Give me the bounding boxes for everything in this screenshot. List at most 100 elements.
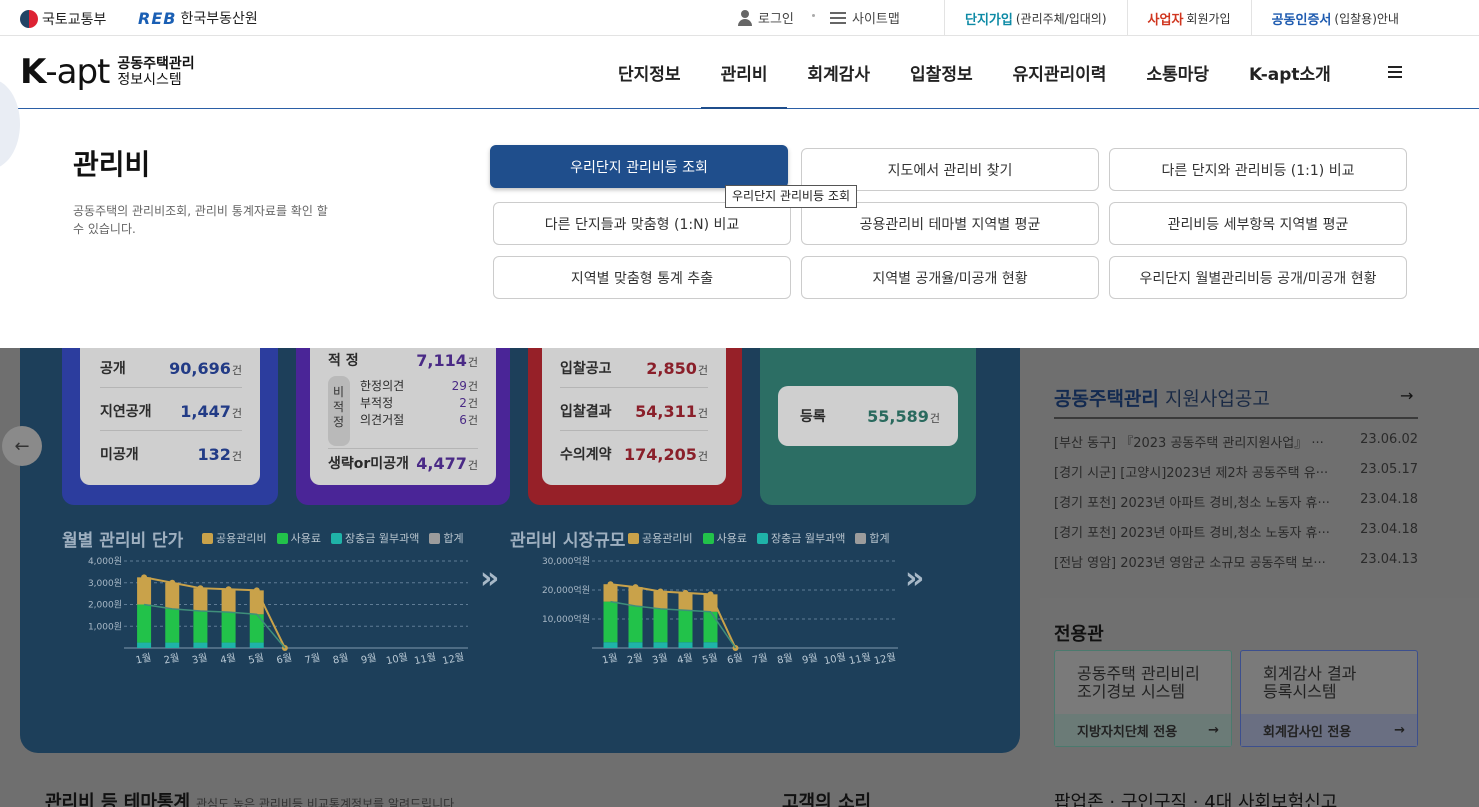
chart2-more-icon[interactable]: » xyxy=(905,561,924,596)
reb-mark-icon: REB xyxy=(138,8,177,28)
utility-bar: 국토교통부 REB 한국부동산원 로그인 사이트맵 단지가입 (관리주체/입대의… xyxy=(0,0,1479,36)
stat-bid-notice: 입찰공고 2,850건 xyxy=(560,358,708,378)
stat-registered: 등록 55,589건 xyxy=(800,406,940,426)
nav-accounting-audit[interactable]: 회계감사 xyxy=(787,36,890,109)
chart-market-size: 30,000억원 20,000억원 10,000억원 1월 2월 3월 4월 5월 6월 7월 8월… xyxy=(542,555,898,667)
hamburger-menu-icon[interactable] xyxy=(1388,66,1402,78)
login-link[interactable]: 로그인 xyxy=(738,8,794,27)
total-point xyxy=(682,589,689,596)
stat-delayed: 지연공개 1,447건 xyxy=(100,401,242,421)
total-point xyxy=(632,584,639,591)
total-point xyxy=(197,585,204,592)
theme-stats-title[interactable]: 관리비 등 테마통계 관심도 높은 관리비등 비교통계정보를 알려드립니다 xyxy=(45,788,454,807)
stat-qualified: 한정의견 29건 xyxy=(360,378,478,394)
reb-logo[interactable]: REB 한국부동산원 xyxy=(138,8,258,28)
x-tick-label: 10월 xyxy=(823,651,847,667)
legend-usage-fee: 사용료 xyxy=(276,530,321,546)
sitemap-label: 사이트맵 xyxy=(852,12,900,27)
molit-logo[interactable]: 국토교통부 xyxy=(20,9,106,29)
previous-slide-button[interactable]: ← xyxy=(2,426,42,466)
dedicated-section: 전용관 공동주택 관리비리 조기경보 시스템 지방자치단체 전용 → 회계감사 결과… xyxy=(1040,598,1479,807)
dropdown-description: 공동주택의 관리비조회, 관리비 통계자료를 확인 할 수 있습니다. xyxy=(73,204,328,236)
x-tick-label: 4월 xyxy=(676,652,694,667)
region-custom-stats-button[interactable]: 지역별 맞춤형 통계 추출 xyxy=(493,256,791,299)
molit-name: 국토교통부 xyxy=(42,12,107,28)
maintenance-card: 등록 55,589건 xyxy=(760,348,976,505)
notice-item[interactable]: [경기 포천] 2023년 아파트 경비,청소 노동자 휴··· 23.04.18 xyxy=(1054,522,1418,541)
notice-item[interactable]: [경기 시군] [고양시]2023년 제2차 공동주택 유··· 23.05.17 xyxy=(1054,462,1418,481)
stat-private-contract: 수의계약 174,205건 xyxy=(560,444,708,464)
detail-item-region-average-button[interactable]: 관리비등 세부항목 지역별 평균 xyxy=(1109,202,1407,245)
monthly-disclosure-status-button[interactable]: 우리단지 월별관리비등 공개/미공개 현황 xyxy=(1109,256,1407,299)
certificate-guide-highlight: 공동인증서 xyxy=(1271,12,1332,28)
notice-item[interactable]: [경기 포천] 2023년 아파트 경비,청소 노동자 휴··· 23.04.18 xyxy=(1054,492,1418,511)
nav-bid-info[interactable]: 입찰정보 xyxy=(890,36,993,109)
nav-maintenance-history[interactable]: 유지관리이력 xyxy=(993,36,1127,109)
support-notice-title: 공동주택관리 지원사업공고 xyxy=(1054,388,1270,410)
stat-undisclosed: 미공개 132건 xyxy=(100,444,242,464)
audit-card: 적 정 7,114건 비적정 한정의견 29건 부적정 2건 의견거절 6건 생… xyxy=(296,348,510,505)
our-complex-fee-button[interactable]: 우리단지 관리비등 조회 xyxy=(490,145,788,188)
bar-segment xyxy=(628,605,643,643)
reb-name: 한국부동산원 xyxy=(180,11,258,27)
theme-region-average-button[interactable]: 공용관리비 테마별 지역별 평균 xyxy=(801,202,1099,245)
bar-segment xyxy=(193,588,208,612)
x-tick-label: 7월 xyxy=(751,652,769,667)
customer-voice-title[interactable]: 고객의 소리 xyxy=(782,788,871,807)
stat-bid-result: 입찰결과 54,311건 xyxy=(560,401,708,421)
arrow-right-icon[interactable]: → xyxy=(1400,386,1413,405)
notice-item[interactable]: [전남 영암] 2023년 영암군 소규모 공동주택 보··· 23.04.13 xyxy=(1054,552,1418,571)
disclosure-card: 공개 90,696건 지연공개 1,447건 미공개 132건 xyxy=(62,348,278,505)
nav-community[interactable]: 소통마당 xyxy=(1126,36,1229,109)
y-tick-label: 30,000억원 xyxy=(542,555,590,567)
sitemap-icon xyxy=(830,11,846,24)
arrow-right-icon: → xyxy=(1208,722,1219,738)
x-tick-label: 6월 xyxy=(726,652,744,667)
nav-management-fee[interactable]: 관리비 xyxy=(700,36,788,110)
x-tick-label: 8월 xyxy=(776,652,794,667)
region-disclosure-rate-button[interactable]: 지역별 공개율/미공개 현황 xyxy=(801,256,1099,299)
bar-segment xyxy=(193,611,208,643)
x-tick-label: 12월 xyxy=(441,651,465,667)
bar-segment xyxy=(137,642,152,648)
early-warning-system-card[interactable]: 공동주택 관리비리 조기경보 시스템 지방자치단체 전용 → xyxy=(1054,650,1232,747)
one-to-one-compare-button[interactable]: 다른 단지와 관리비등 (1:1) 비교 xyxy=(1109,148,1407,191)
separator-dot xyxy=(812,14,815,17)
one-to-n-compare-button[interactable]: 다른 단지들과 맞춤형 (1:N) 비교 xyxy=(493,202,791,245)
bar-segment xyxy=(165,642,180,648)
chart-monthly-fee: 4,000원 3,000원 2,000원 1,000원 1월 2월 3월 4월 5월 6월 7월 8월… xyxy=(88,556,468,667)
business-signup-highlight: 사업자 xyxy=(1147,12,1184,28)
login-label: 로그인 xyxy=(758,12,794,27)
legend-common-fee: 공용관리비 xyxy=(628,530,693,546)
bar-segment xyxy=(653,608,668,643)
chart2-legend: 공용관리비 사용료 장충금 월부과액 합계 xyxy=(628,530,890,546)
x-tick-label: 5월 xyxy=(247,652,265,667)
audit-result-system-card[interactable]: 회계감사 결과 등록시스템 회계감사인 전용 → xyxy=(1240,650,1418,747)
main-nav: 단지정보 관리비 회계감사 입찰정보 유지관리이력 소통마당 K-apt소개 xyxy=(598,36,1351,110)
total-point xyxy=(607,581,614,588)
bar-segment xyxy=(221,642,236,648)
stat-omitted: 생략or미공개 4,477건 xyxy=(328,453,478,473)
bid-card: 입찰공고 2,850건 입찰결과 54,311건 수의계약 174,205건 xyxy=(528,348,742,505)
sitemap-link[interactable]: 사이트맵 xyxy=(830,8,900,27)
chart1-more-icon[interactable]: » xyxy=(480,561,499,596)
molit-emblem-icon xyxy=(20,10,38,28)
notice-item[interactable]: [부산 동구] 『2023 공동주택 관리지원사업』 ··· 23.06.02 xyxy=(1054,432,1418,451)
chart-monthly-fee-title: 월별 관리비 단가 xyxy=(62,531,184,551)
business-signup-link[interactable]: 사업자 회원가입 xyxy=(1126,0,1251,36)
bar-segment xyxy=(703,611,718,643)
bar-segment xyxy=(137,604,152,643)
y-tick-label: 2,000원 xyxy=(88,600,122,611)
y-tick-label: 3,000원 xyxy=(88,578,122,589)
kapt-logo[interactable]: K-apt 공동주택관리 정보시스템 xyxy=(20,54,195,90)
total-point xyxy=(141,574,148,581)
popup-zone-title[interactable]: 팝업존 · 구인구직 · 4대 사회보험신고 xyxy=(1054,788,1337,807)
bar-segment xyxy=(221,589,236,613)
certificate-guide-link[interactable]: 공동인증서 (입찰용)안내 xyxy=(1250,0,1419,36)
nav-about-kapt[interactable]: K-apt소개 xyxy=(1229,36,1351,109)
complex-signup-link[interactable]: 단지가입 (관리주체/입대의) xyxy=(944,0,1127,36)
x-tick-label: 1월 xyxy=(135,652,153,667)
nav-complex-info[interactable]: 단지정보 xyxy=(598,36,701,109)
total-point xyxy=(253,587,260,594)
total-point xyxy=(707,591,714,598)
